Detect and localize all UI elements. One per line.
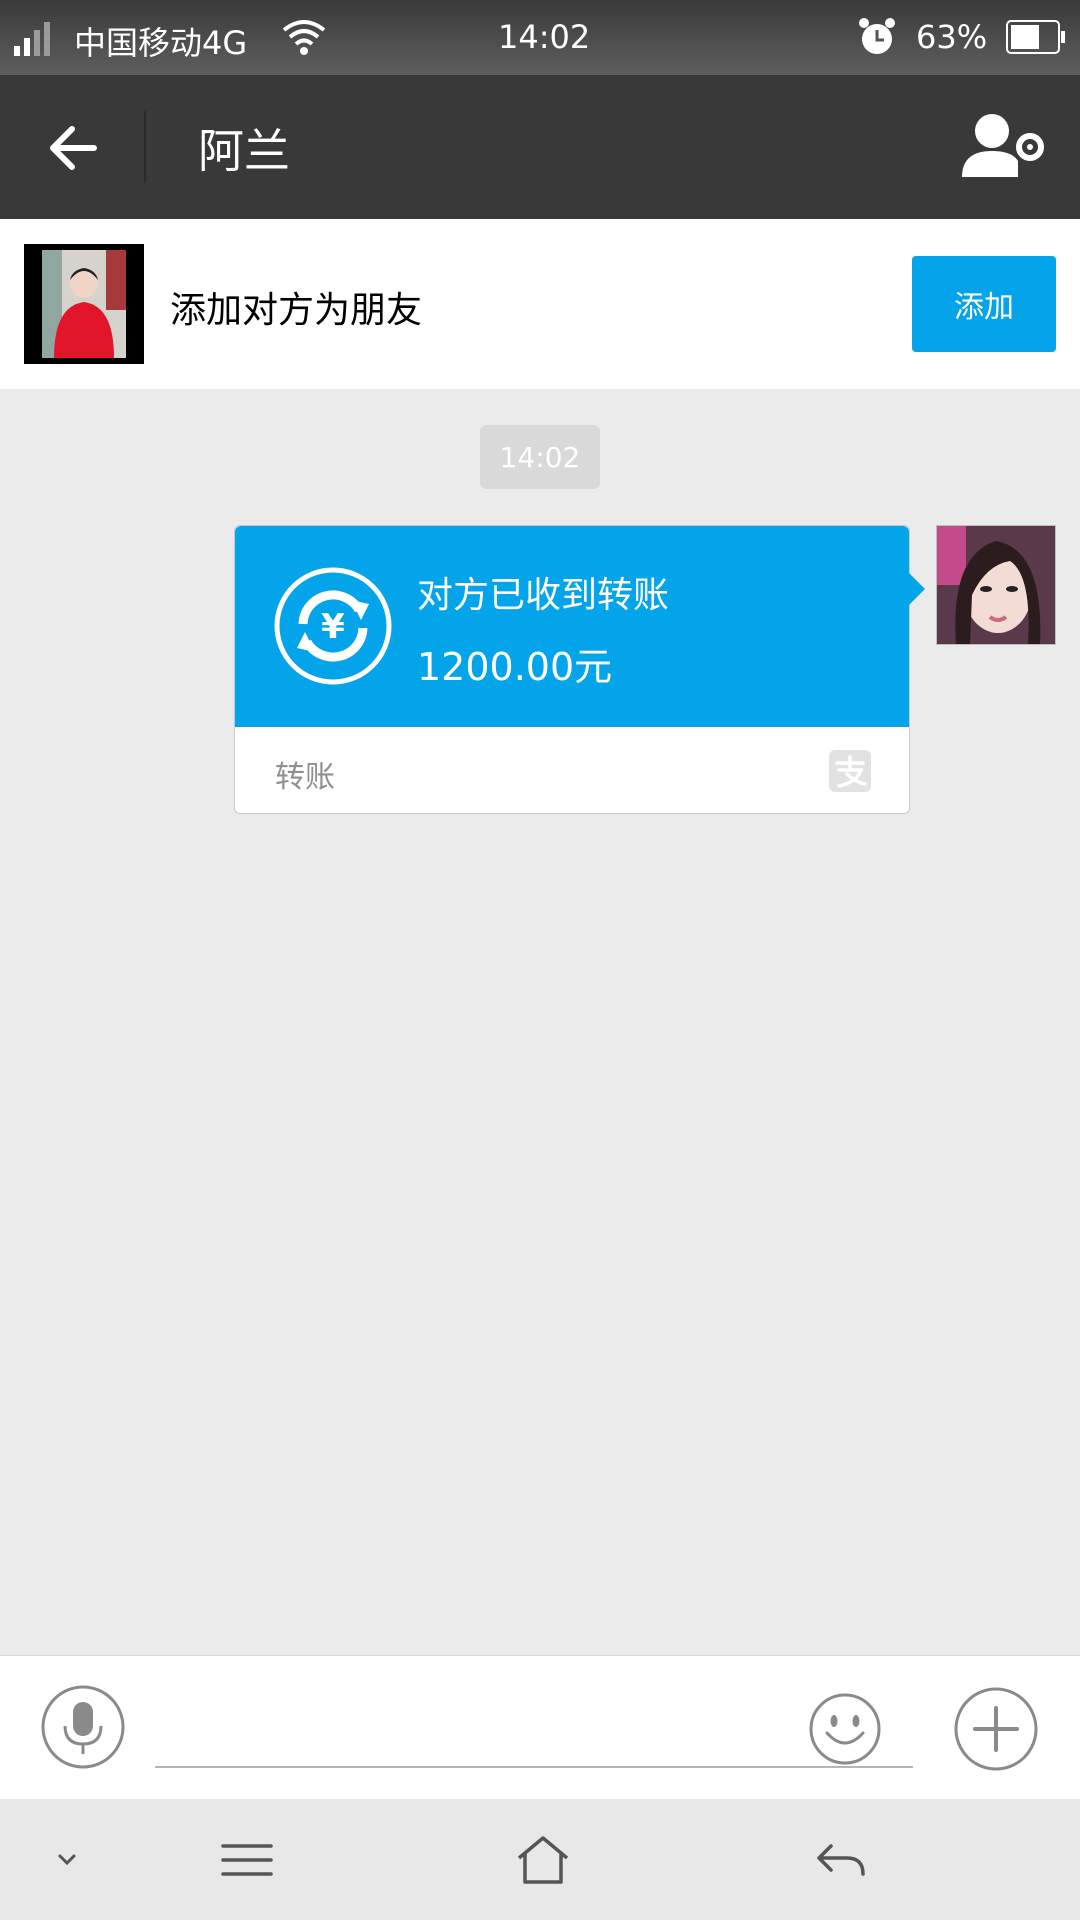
chevron-down-icon	[58, 1854, 76, 1866]
back-button[interactable]	[30, 105, 116, 191]
status-bar: 中国移动4G 14:02 63%	[0, 0, 1080, 75]
battery-icon	[1006, 20, 1065, 54]
nav-menu-button[interactable]	[212, 1825, 282, 1895]
nav-back-button[interactable]	[806, 1825, 876, 1895]
battery-percent: 63%	[916, 18, 988, 56]
transfer-status: 对方已收到转账	[417, 575, 670, 616]
profile-settings-button[interactable]	[960, 109, 1050, 189]
message-input[interactable]	[155, 1686, 913, 1768]
header-divider	[144, 111, 146, 183]
transfer-message-card[interactable]: ¥ 对方已收到转账 1200.00元 转账	[234, 525, 925, 814]
avatar-photo	[935, 524, 1057, 646]
contact-avatar[interactable]	[24, 244, 144, 364]
system-nav-bar	[0, 1799, 1080, 1920]
smiley-icon	[809, 1693, 881, 1765]
menu-icon	[221, 1844, 273, 1876]
carrier-label: 中国移动4G	[74, 24, 248, 62]
yuan-refresh-icon: ¥	[274, 567, 392, 685]
nav-collapse-button[interactable]	[32, 1825, 102, 1895]
emoji-button[interactable]	[809, 1693, 881, 1765]
add-friend-text: 添加对方为朋友	[170, 290, 423, 331]
microphone-icon	[41, 1685, 125, 1769]
arrow-left-icon	[50, 126, 97, 170]
voice-input-button[interactable]	[40, 1684, 126, 1770]
message-time: 14:02	[480, 425, 600, 489]
avatar-photo	[24, 244, 144, 364]
add-friend-banner: 添加对方为朋友 添加	[0, 219, 1080, 389]
more-actions-button[interactable]	[953, 1686, 1039, 1772]
alarm-icon	[859, 18, 895, 54]
return-arrow-icon	[817, 1844, 865, 1876]
svg-text:¥: ¥	[321, 607, 345, 647]
add-friend-button[interactable]: 添加	[912, 256, 1056, 352]
transfer-amount: 1200.00元	[417, 645, 613, 689]
bubble-tail	[909, 573, 925, 605]
status-time: 14:02	[498, 18, 591, 56]
user-gear-icon	[962, 114, 1044, 177]
nav-home-button[interactable]	[508, 1825, 578, 1895]
chat-header: 阿兰	[0, 75, 1080, 219]
input-bar	[0, 1655, 1080, 1800]
alipay-icon	[829, 750, 871, 792]
chat-title: 阿兰	[198, 124, 290, 178]
plus-icon	[954, 1687, 1038, 1771]
wifi-icon	[282, 20, 326, 55]
signal-icon	[14, 22, 50, 56]
home-icon	[517, 1836, 569, 1884]
my-avatar[interactable]	[935, 524, 1057, 646]
transfer-label: 转账	[275, 760, 335, 795]
